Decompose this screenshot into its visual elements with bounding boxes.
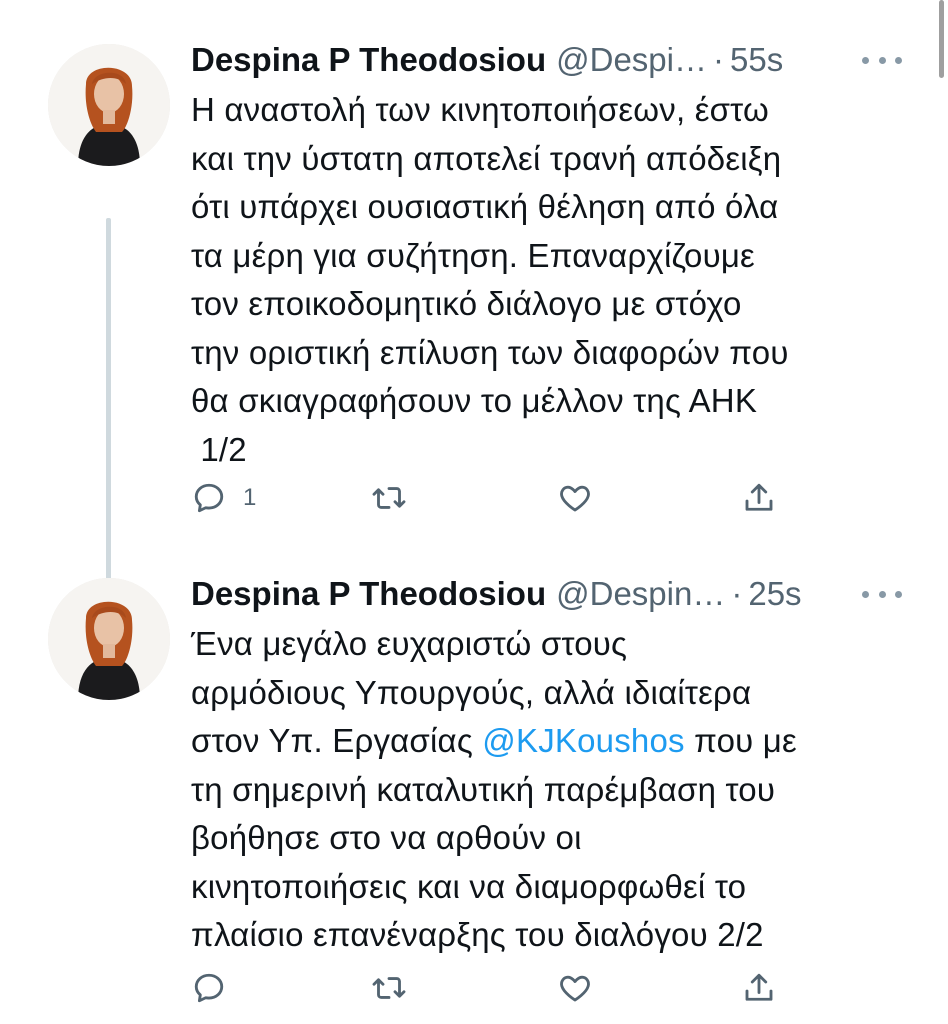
separator: · xyxy=(712,41,724,78)
reply-button[interactable]: 1 xyxy=(191,476,256,520)
tweet-text-line: και την ύστατη αποτελεί τρανή απόδειξη xyxy=(191,139,782,177)
avatar[interactable] xyxy=(48,44,170,166)
tweet-text-line: βοήθησε στο να αρθούν οι xyxy=(191,819,582,856)
reply-button[interactable] xyxy=(191,966,227,1010)
separator: · xyxy=(731,575,743,612)
like-button[interactable] xyxy=(557,966,593,1010)
like-button[interactable] xyxy=(557,476,593,520)
user-handle[interactable]: @Despin… xyxy=(556,575,725,612)
tweet-text: Ένα μεγάλο ευχαριστώ στους αρμόδιους Υπο… xyxy=(191,620,911,960)
share-button[interactable] xyxy=(741,476,777,520)
tweet-text-line: τον εποικοδομητικό διάλογο με στόχο xyxy=(191,285,742,322)
retweet-button[interactable] xyxy=(371,966,407,1010)
tweet-text-line: κινητοποιήσεις και να διαμορφωθεί το xyxy=(191,867,747,905)
tweet-text-line: την οριστική επίλυση των διαφορών που xyxy=(191,333,789,371)
tweet-text-line: τα μέρη για συζήτηση. Επαναρχίζουμε xyxy=(191,236,755,274)
reply-icon xyxy=(194,973,224,1003)
tweet-actions: 1 xyxy=(191,476,791,520)
tweet-text-line: τη σημερινή καταλυτική παρέμβαση του xyxy=(191,770,776,808)
tweet-text-segment: στον Υπ. Εργασίας xyxy=(191,722,483,759)
reply-icon xyxy=(194,483,224,513)
tweet-text-line: ότι υπάρχει ουσιαστική θέληση από όλα xyxy=(191,188,779,225)
tweet-text-line: θα σκιαγραφήσουν το μέλλον της ΑΗΚ xyxy=(191,382,758,419)
tweet-thread: Despina P Theodosiou @Despi… · 55s Η αναστο… xyxy=(0,0,948,1024)
tweet-text-line: στον Υπ. Εργασίας @KJKoushos που με xyxy=(191,717,911,766)
tweet[interactable]: Despina P Theodosiou @Despin… · 25s Ένα μεγ… xyxy=(0,572,948,1024)
retweet-icon xyxy=(372,977,406,999)
tweet[interactable]: Despina P Theodosiou @Despi… · 55s Η αναστο… xyxy=(0,38,948,606)
tweet-header: Despina P Theodosiou @Despin… · 25s xyxy=(191,572,911,616)
share-icon xyxy=(745,973,773,1001)
retweet-icon xyxy=(372,487,406,509)
heart-icon xyxy=(560,975,590,1002)
more-icon[interactable] xyxy=(862,576,902,612)
mention-link[interactable]: @KJKoushos xyxy=(482,722,684,759)
tweet-text: Η αναστολή των κινητοποιήσεων, έστω και … xyxy=(191,86,911,474)
avatar[interactable] xyxy=(48,578,170,700)
display-name[interactable]: Despina P Theodosiou xyxy=(191,575,546,612)
retweet-button[interactable] xyxy=(371,476,407,520)
timestamp[interactable]: 25s xyxy=(748,575,801,612)
tweet-text-line: αρμόδιους Υπουργούς, αλλά ιδιαίτερα xyxy=(191,673,752,711)
tweet-text-line: 1/2 xyxy=(191,430,247,468)
reply-count: 1 xyxy=(243,484,257,511)
tweet-text-line: πλαίσιο επανέναρξης του διαλόγου 2/2 xyxy=(191,916,764,953)
timestamp[interactable]: 55s xyxy=(730,41,783,78)
user-handle[interactable]: @Despi… xyxy=(556,41,707,78)
display-name[interactable]: Despina P Theodosiou xyxy=(191,41,546,78)
share-button[interactable] xyxy=(741,966,777,1010)
tweet-text-segment: που με xyxy=(684,722,797,759)
heart-icon xyxy=(560,485,590,512)
tweet-text-line: Ένα μεγάλο ευχαριστώ στους xyxy=(191,625,628,662)
thread-line xyxy=(106,218,111,606)
tweet-actions xyxy=(191,966,791,1010)
tweet-text-line: Η αναστολή των κινητοποιήσεων, έστω xyxy=(191,91,769,128)
tweet-header: Despina P Theodosiou @Despi… · 55s xyxy=(191,38,911,82)
share-icon xyxy=(745,483,773,511)
more-icon[interactable] xyxy=(862,42,902,78)
